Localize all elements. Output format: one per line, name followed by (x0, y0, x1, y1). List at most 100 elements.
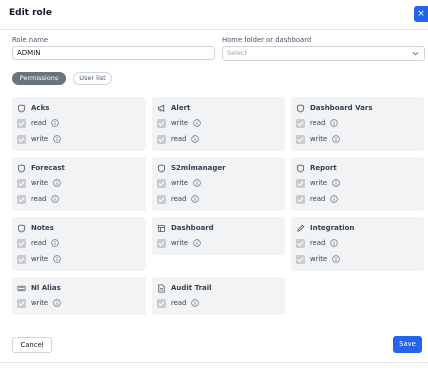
megaphone-icon (157, 104, 165, 112)
permission-checkbox[interactable] (157, 238, 166, 248)
info-icon[interactable] (193, 179, 201, 187)
permission-checkbox[interactable] (296, 254, 305, 264)
card-title: Audit Trail (171, 284, 212, 292)
permission-row: write (296, 178, 340, 188)
permission-checkbox[interactable] (17, 118, 26, 128)
permission-row: write (17, 134, 61, 144)
permission-label: write (310, 135, 328, 143)
permission-label: read (171, 195, 187, 203)
permission-checkbox[interactable] (17, 178, 26, 188)
info-icon[interactable] (191, 195, 200, 203)
tab-permissions[interactable]: Permissions (12, 72, 66, 85)
permission-checkbox[interactable] (296, 118, 305, 128)
permission-checkbox[interactable] (17, 134, 26, 144)
permission-checkbox[interactable] (157, 134, 166, 144)
modal-title: Edit role (9, 8, 52, 18)
pencil-icon (297, 224, 305, 232)
permission-checkbox[interactable] (17, 194, 26, 204)
permission-row: read (296, 238, 339, 248)
permission-row: read (17, 194, 60, 204)
permission-row: read (157, 194, 200, 204)
info-icon[interactable] (51, 195, 60, 203)
permission-checkbox[interactable] (17, 298, 26, 308)
permission-row: write (17, 298, 61, 308)
cancel-button[interactable]: Cancel (12, 337, 52, 353)
permission-card-report: Report write read (291, 157, 424, 211)
permission-checkbox[interactable] (296, 134, 305, 144)
info-icon[interactable] (53, 179, 61, 187)
permission-checkbox[interactable] (157, 178, 166, 188)
info-icon[interactable] (51, 119, 60, 127)
info-icon[interactable] (193, 119, 201, 127)
card-header: Dashboard (157, 223, 214, 233)
permission-checkbox[interactable] (17, 254, 26, 264)
permission-checkbox[interactable] (296, 238, 305, 248)
document-icon (158, 283, 165, 293)
permission-checkbox[interactable] (157, 194, 166, 204)
home-folder-label: Home folder or dashboard (222, 36, 312, 44)
bottom-divider (0, 362, 428, 370)
permission-card-integration: Integration read write (291, 217, 424, 271)
permission-label: write (310, 179, 328, 187)
card-header: Integration (296, 223, 354, 233)
card-title: Acks (31, 104, 50, 112)
permission-row: write (17, 254, 61, 264)
home-folder-select[interactable]: Select (222, 46, 425, 61)
permission-checkbox[interactable] (17, 238, 26, 248)
chevron-down-icon (412, 51, 419, 56)
permission-card-alert: Alert write read (152, 97, 285, 151)
permission-row: write (17, 178, 61, 188)
permission-label: read (171, 299, 187, 307)
permission-checkbox[interactable] (296, 178, 305, 188)
card-header: Forecast (17, 163, 65, 173)
info-icon[interactable] (53, 299, 61, 307)
info-icon[interactable] (332, 179, 340, 187)
permission-card-s2mlmanager: S2mlmanager write read (152, 157, 285, 211)
role-name-input[interactable]: ADMIN (12, 46, 215, 60)
info-icon[interactable] (53, 255, 61, 263)
permission-label: write (171, 119, 189, 127)
permission-label: read (310, 239, 326, 247)
card-title: S2mlmanager (171, 164, 226, 172)
permission-checkbox[interactable] (157, 298, 166, 308)
info-icon[interactable] (330, 119, 339, 127)
permission-label: write (171, 179, 189, 187)
save-button[interactable]: Save (393, 336, 422, 353)
card-header: Audit Trail (157, 283, 212, 293)
permission-card-dashboard: Dashboard write (152, 217, 285, 255)
permission-label: write (310, 255, 328, 263)
info-icon[interactable] (193, 239, 201, 247)
shield-icon (17, 163, 26, 173)
info-icon[interactable] (332, 135, 340, 143)
shield-icon (296, 163, 305, 173)
permission-card-nl-alias: Nl Alias write (12, 277, 146, 315)
permission-card-dashboard-vars: Dashboard Vars read write (291, 97, 424, 151)
permission-row: read (157, 134, 200, 144)
info-icon[interactable] (51, 239, 60, 247)
role-name-label: Role name (12, 36, 49, 44)
info-icon[interactable] (330, 239, 339, 247)
permission-card-notes: Notes read write (12, 217, 146, 271)
permission-label: read (31, 119, 47, 127)
card-title: Dashboard Vars (310, 104, 373, 112)
permission-row: read (296, 194, 339, 204)
card-title: Nl Alias (31, 284, 61, 292)
info-icon[interactable] (53, 135, 61, 143)
permission-row: read (296, 118, 339, 128)
permission-checkbox[interactable] (296, 194, 305, 204)
permission-row: write (296, 134, 340, 144)
tab-user-list[interactable]: User list (73, 72, 112, 85)
card-header: Acks (17, 103, 49, 113)
info-icon[interactable] (191, 135, 200, 143)
permission-checkbox[interactable] (157, 118, 166, 128)
permission-label: write (31, 299, 49, 307)
info-icon[interactable] (330, 195, 339, 203)
home-folder-placeholder: Select (227, 49, 248, 57)
card-header: S2mlmanager (157, 163, 226, 173)
close-button[interactable]: × (414, 6, 428, 22)
permission-row: write (296, 254, 340, 264)
card-title: Dashboard (171, 224, 214, 232)
permission-row: read (157, 298, 200, 308)
info-icon[interactable] (191, 299, 200, 307)
info-icon[interactable] (332, 255, 340, 263)
